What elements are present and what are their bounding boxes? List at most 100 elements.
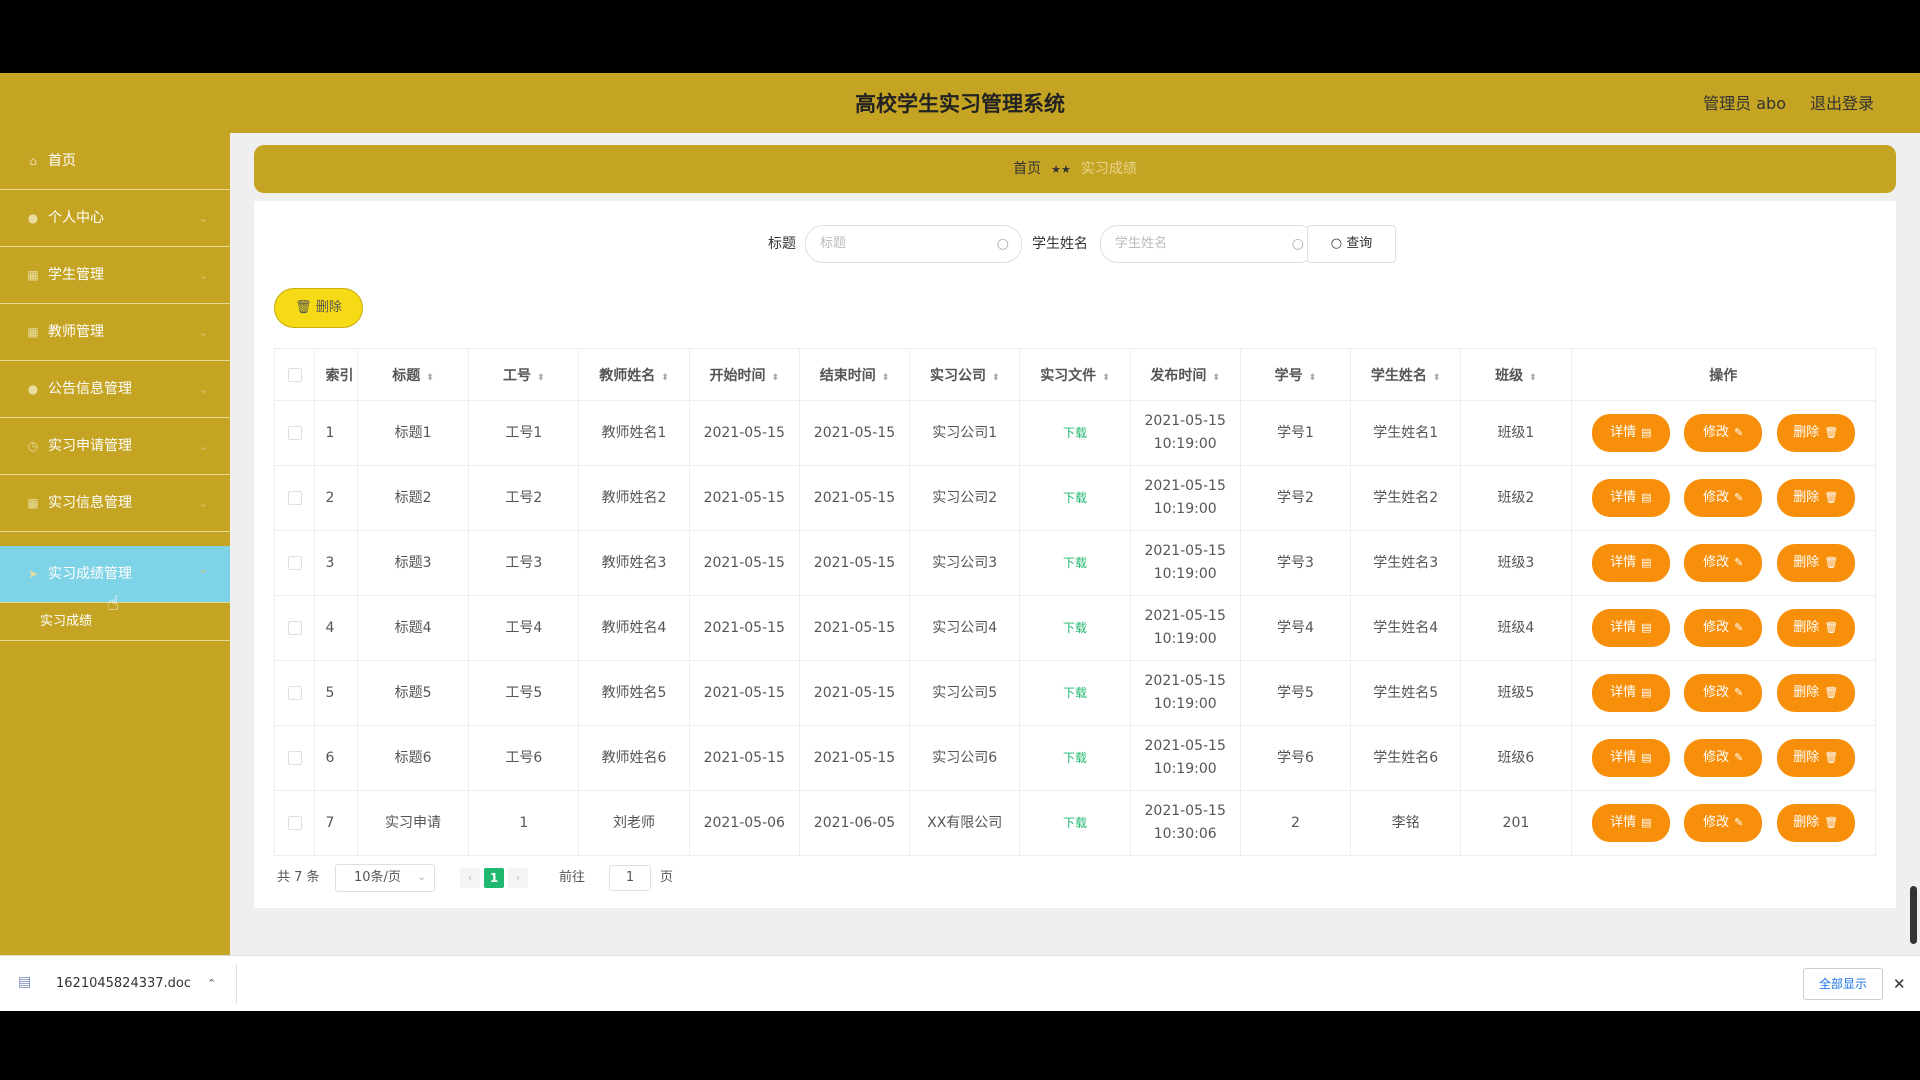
sidebar-item-notices[interactable]: ● 公告信息管理 ⌄	[0, 361, 230, 418]
trash-icon: 🗑	[1824, 621, 1839, 634]
sidebar-item-internship-info[interactable]: ▦ 实习信息管理 ⌄	[0, 475, 230, 532]
home-icon: ⌂	[29, 154, 37, 168]
sort-icon[interactable]: ⬍	[1433, 373, 1441, 383]
row-checkbox[interactable]	[287, 490, 302, 505]
col-header-teacher[interactable]: 教师姓名 ⬍	[578, 348, 690, 401]
edit-button[interactable]: 修改 ✎	[1684, 609, 1763, 647]
trash-icon: 🗑	[1824, 751, 1839, 764]
breadcrumb-separator: ★★	[1051, 163, 1071, 176]
delete-button[interactable]: 删除 🗑	[1776, 804, 1855, 842]
detail-button[interactable]: 详情 ▤	[1591, 544, 1670, 582]
trash-icon: 🗑	[1824, 426, 1839, 439]
page-scrollbar[interactable]	[1910, 886, 1917, 944]
edit-button[interactable]: 修改 ✎	[1684, 804, 1763, 842]
download-link[interactable]: 下载	[1063, 816, 1087, 830]
sort-icon[interactable]: ⬍	[537, 373, 545, 383]
delete-button[interactable]: 删除 🗑	[1776, 414, 1855, 452]
sidebar-item-home[interactable]: ⌂ 首页	[0, 133, 230, 190]
col-header-student[interactable]: 学生姓名 ⬍	[1350, 348, 1462, 401]
row-checkbox[interactable]	[287, 815, 302, 830]
sort-icon[interactable]: ⬍	[882, 373, 890, 383]
title-search-input[interactable]: 标题 ○	[805, 225, 1022, 263]
query-button[interactable]: ○ 查询	[1307, 225, 1396, 263]
delete-button[interactable]: 删除 🗑	[1776, 544, 1855, 582]
detail-button[interactable]: 详情 ▤	[1591, 674, 1670, 712]
search-icon: ○	[1291, 236, 1304, 252]
chevron-up-icon: ⌃	[198, 568, 208, 581]
prev-page-button[interactable]: ‹	[460, 868, 480, 888]
name-search-input[interactable]: 学生姓名 ○	[1100, 225, 1317, 263]
download-link[interactable]: 下载	[1063, 751, 1087, 765]
sort-icon[interactable]: ⬍	[426, 373, 434, 383]
bottom-letterbox	[0, 1011, 1920, 1080]
delete-button[interactable]: 删除 🗑	[1776, 739, 1855, 777]
next-page-button[interactable]: ›	[508, 868, 528, 888]
col-header-job-no[interactable]: 工号 ⬍	[468, 348, 580, 401]
download-link[interactable]: 下载	[1063, 426, 1087, 440]
mouse-cursor-icon: ☝	[107, 591, 120, 615]
cell-pub-time: 2021-05-15 10:19:00	[1129, 530, 1241, 596]
sort-icon[interactable]: ⬍	[992, 373, 1000, 383]
sidebar-item-applications[interactable]: ◷ 实习申请管理 ⌄	[0, 418, 230, 475]
detail-button[interactable]: 详情 ▤	[1591, 609, 1670, 647]
detail-button[interactable]: 详情 ▤	[1591, 479, 1670, 517]
sidebar-item-students[interactable]: ▦ 学生管理 ⌄	[0, 247, 230, 304]
logout-link[interactable]: 退出登录	[1810, 73, 1874, 135]
show-all-downloads-button[interactable]: 全部显示	[1803, 968, 1883, 1000]
detail-button[interactable]: 详情 ▤	[1591, 804, 1670, 842]
col-header-start[interactable]: 开始时间 ⬍	[688, 348, 800, 401]
row-checkbox[interactable]	[287, 555, 302, 570]
col-header-class[interactable]: 班级 ⬍	[1460, 348, 1572, 401]
col-header-file[interactable]: 实习文件 ⬍	[1019, 348, 1131, 401]
download-link[interactable]: 下载	[1063, 621, 1087, 635]
detail-button[interactable]: 详情 ▤	[1591, 414, 1670, 452]
sort-icon[interactable]: ⬍	[661, 373, 669, 383]
cell-file: 下载	[1019, 595, 1131, 661]
edit-button[interactable]: 修改 ✎	[1684, 544, 1763, 582]
edit-button[interactable]: 修改 ✎	[1684, 414, 1763, 452]
delete-button[interactable]: 删除 🗑	[1776, 479, 1855, 517]
edit-button[interactable]: 修改 ✎	[1684, 479, 1763, 517]
breadcrumb-home[interactable]: 首页	[1013, 161, 1041, 177]
download-link[interactable]: 下载	[1063, 686, 1087, 700]
batch-delete-button[interactable]: 🗑 删除	[274, 288, 363, 328]
row-checkbox[interactable]	[287, 685, 302, 700]
sidebar-item-profile[interactable]: ● 个人中心 ⌄	[0, 190, 230, 247]
sidebar-item-label: 教师管理	[48, 324, 104, 340]
detail-button[interactable]: 详情 ▤	[1591, 739, 1670, 777]
download-link[interactable]: 下载	[1063, 491, 1087, 505]
sort-icon[interactable]: ⬍	[771, 373, 779, 383]
row-checkbox[interactable]	[287, 425, 302, 440]
delete-button[interactable]: 删除 🗑	[1776, 609, 1855, 647]
table-header-row: 索引 标题 ⬍ 工号 ⬍ 教师姓名 ⬍ 开始时间 ⬍ 结束时间 ⬍ 实习公司 ⬍ 实习文件 ⬍…	[273, 348, 1877, 401]
col-header-pub-time[interactable]: 发布时间 ⬍	[1129, 348, 1241, 401]
delete-button[interactable]: 删除 🗑	[1776, 674, 1855, 712]
sort-icon[interactable]: ⬍	[1529, 373, 1537, 383]
edit-button[interactable]: 修改 ✎	[1684, 674, 1763, 712]
cell-student-no: 学号6	[1239, 725, 1352, 791]
col-header-end[interactable]: 结束时间 ⬍	[798, 348, 911, 401]
download-link[interactable]: 下载	[1063, 556, 1087, 570]
select-all-checkbox[interactable]	[287, 367, 302, 382]
row-select-cell	[273, 595, 316, 661]
sort-icon[interactable]: ⬍	[1102, 373, 1110, 383]
page-size-select[interactable]: 10条/页 ⌄	[335, 864, 435, 892]
goto-page-input[interactable]: 1	[609, 865, 651, 891]
cell-index: 3	[314, 530, 358, 596]
cell-actions: 详情 ▤ 修改 ✎ 删除 🗑	[1570, 400, 1877, 466]
app-title: 高校学生实习管理系统	[855, 92, 1065, 116]
sort-icon[interactable]: ⬍	[1309, 373, 1317, 383]
sidebar-item-teachers[interactable]: ▦ 教师管理 ⌄	[0, 304, 230, 361]
row-checkbox[interactable]	[287, 620, 302, 635]
grid-icon: ▦	[27, 496, 39, 510]
sort-icon[interactable]: ⬍	[1212, 373, 1220, 383]
current-page-button[interactable]: 1	[484, 868, 504, 888]
download-file-name[interactable]: 1621045824337.doc	[56, 956, 191, 1012]
row-checkbox[interactable]	[287, 750, 302, 765]
col-header-student-no[interactable]: 学号 ⬍	[1239, 348, 1352, 401]
col-header-company[interactable]: 实习公司 ⬍	[909, 348, 1021, 401]
col-header-title[interactable]: 标题 ⬍	[356, 348, 470, 401]
edit-button[interactable]: 修改 ✎	[1684, 739, 1763, 777]
close-icon[interactable]: ✕	[1893, 956, 1906, 1012]
chevron-up-icon[interactable]: ⌃	[207, 956, 216, 1012]
